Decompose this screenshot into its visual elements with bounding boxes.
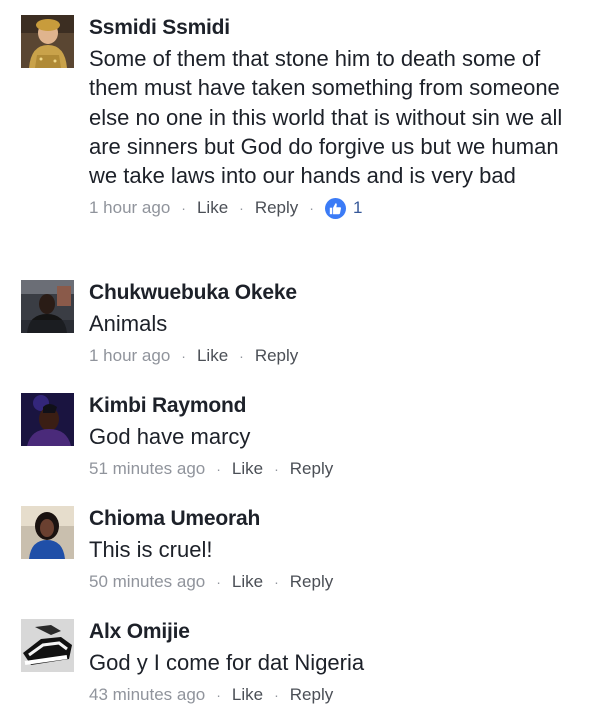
separator: · — [216, 461, 221, 478]
reply-button[interactable]: Reply — [290, 459, 333, 479]
reply-button[interactable]: Reply — [255, 198, 298, 218]
comment-text: God have marcy — [89, 424, 251, 449]
comment-text: Animals — [89, 311, 168, 336]
separator: · — [181, 200, 186, 217]
reply-button[interactable]: Reply — [290, 572, 333, 592]
dark-portrait-avatar-icon — [21, 393, 74, 446]
separator: · — [274, 574, 279, 591]
comment-body: Alx Omijie God y I come for dat Nigeria … — [89, 619, 589, 707]
separator: · — [181, 348, 186, 365]
like-button[interactable]: Like — [232, 572, 263, 592]
timestamp[interactable]: 1 hour ago — [89, 346, 170, 366]
comment-actions: 43 minutes ago · Like · Reply — [89, 683, 589, 707]
reply-button[interactable]: Reply — [255, 346, 298, 366]
comment-body: Kimbi Raymond God have marcy 51 minutes … — [89, 393, 589, 481]
avatar[interactable] — [21, 15, 74, 68]
comment-text: This is cruel! — [89, 537, 213, 562]
like-button[interactable]: Like — [197, 198, 228, 218]
timestamp[interactable]: 43 minutes ago — [89, 685, 205, 705]
avatar[interactable] — [21, 393, 74, 446]
reply-button[interactable]: Reply — [290, 685, 333, 705]
comment-actions: 1 hour ago · Like · Reply · 1 — [89, 196, 589, 220]
man-indoors-avatar-icon — [21, 280, 74, 333]
separator: · — [239, 348, 244, 365]
timestamp[interactable]: 51 minutes ago — [89, 459, 205, 479]
comment-body: Chioma Umeorah This is cruel! 50 minutes… — [89, 506, 589, 594]
thumbs-up-icon[interactable] — [324, 197, 346, 219]
separator: · — [274, 461, 279, 478]
separator: · — [274, 687, 279, 704]
comment-actions: 50 minutes ago · Like · Reply — [89, 570, 589, 594]
separator: · — [216, 574, 221, 591]
avatar[interactable] — [21, 619, 74, 672]
author-name[interactable]: Alx Omijie — [89, 619, 589, 645]
comment-body: Ssmidi Ssmidi Some of them that stone hi… — [89, 15, 589, 220]
woman-blue-top-avatar-icon — [21, 506, 74, 559]
separator: · — [309, 200, 314, 217]
like-button[interactable]: Like — [232, 685, 263, 705]
timestamp[interactable]: 1 hour ago — [89, 198, 170, 218]
avatar[interactable] — [21, 280, 74, 333]
author-name[interactable]: Chioma Umeorah — [89, 506, 589, 532]
reaction-count[interactable]: 1 — [353, 198, 362, 218]
separator: · — [216, 687, 221, 704]
author-name[interactable]: Ssmidi Ssmidi — [89, 15, 589, 41]
comment-thread: Ssmidi Ssmidi Some of them that stone hi… — [0, 0, 600, 718]
comment-text: God y I come for dat Nigeria — [89, 650, 365, 675]
comment-body: Chukwuebuka Okeke Animals 1 hour ago · L… — [89, 280, 589, 368]
baby-in-gold-outfit-avatar-icon — [21, 15, 74, 68]
timestamp[interactable]: 50 minutes ago — [89, 572, 205, 592]
avatar[interactable] — [21, 506, 74, 559]
separator: · — [239, 200, 244, 217]
author-name[interactable]: Chukwuebuka Okeke — [89, 280, 589, 306]
comment-actions: 51 minutes ago · Like · Reply — [89, 457, 589, 481]
like-button[interactable]: Like — [232, 459, 263, 479]
comment-actions: 1 hour ago · Like · Reply — [89, 344, 589, 368]
black-white-sneakers-avatar-icon — [21, 619, 74, 672]
like-button[interactable]: Like — [197, 346, 228, 366]
author-name[interactable]: Kimbi Raymond — [89, 393, 589, 419]
comment-text: Some of them that stone him to death som… — [89, 46, 563, 189]
